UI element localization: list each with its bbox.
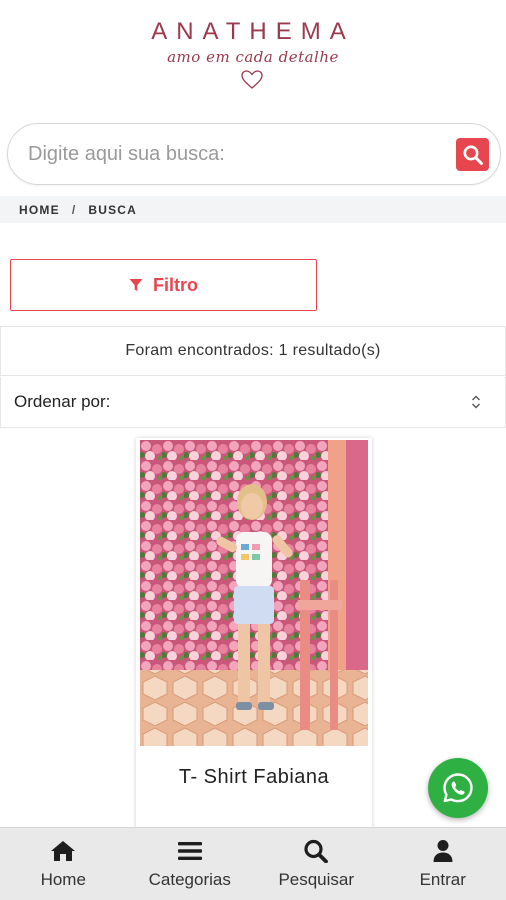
- results-text: Foram encontrados: 1 resultado(s): [125, 342, 381, 359]
- breadcrumb-separator: /: [71, 202, 77, 217]
- search-input[interactable]: [28, 136, 428, 172]
- site-header: ANATHEMA amo em cada detalhe: [0, 0, 506, 112]
- nav-label-entrar: Entrar: [419, 870, 466, 889]
- search-icon: [304, 839, 329, 863]
- brand-tagline: amo em cada detalhe: [167, 48, 339, 66]
- breadcrumb: HOME / BUSCA: [0, 196, 506, 223]
- product-image[interactable]: [140, 440, 368, 746]
- breadcrumb-current: BUSCA: [88, 202, 138, 217]
- results-count: Foram encontrados: 1 resultado(s): [0, 326, 506, 376]
- nav-item-entrar[interactable]: Entrar: [380, 828, 506, 900]
- nav-label-pesquisar: Pesquisar: [278, 870, 355, 889]
- nav-item-categorias[interactable]: Categorias: [127, 828, 254, 900]
- search-button[interactable]: [456, 138, 489, 171]
- sort-select[interactable]: Ordenar por:: [0, 377, 506, 428]
- home-icon: [51, 841, 76, 861]
- whatsapp-button[interactable]: [428, 758, 488, 818]
- filter-button[interactable]: Filtro: [10, 259, 317, 311]
- search-icon: [463, 145, 483, 165]
- nav-item-home[interactable]: Home: [0, 828, 127, 900]
- filter-label: Filtro: [153, 274, 198, 295]
- search-bar: [7, 123, 501, 185]
- nav-label-home: Home: [40, 870, 86, 889]
- menu-icon: [177, 842, 202, 860]
- filter-icon: [129, 279, 143, 291]
- bottom-nav: Home Categorias Pesquisar Entrar: [0, 827, 506, 900]
- breadcrumb-home-link[interactable]: HOME: [19, 203, 60, 217]
- nav-item-pesquisar[interactable]: Pesquisar: [253, 828, 380, 900]
- heart-icon: [241, 70, 263, 89]
- whatsapp-icon: [443, 773, 473, 803]
- chevron-up-down-icon: [472, 395, 480, 409]
- product-card[interactable]: T- Shirt Fabiana: [136, 438, 372, 838]
- product-title[interactable]: T- Shirt Fabiana: [136, 766, 372, 789]
- sort-label: Ordenar por:: [14, 392, 111, 411]
- nav-label-categorias: Categorias: [148, 870, 231, 889]
- brand-logo[interactable]: ANATHEMA: [0, 18, 506, 46]
- user-icon: [433, 840, 453, 862]
